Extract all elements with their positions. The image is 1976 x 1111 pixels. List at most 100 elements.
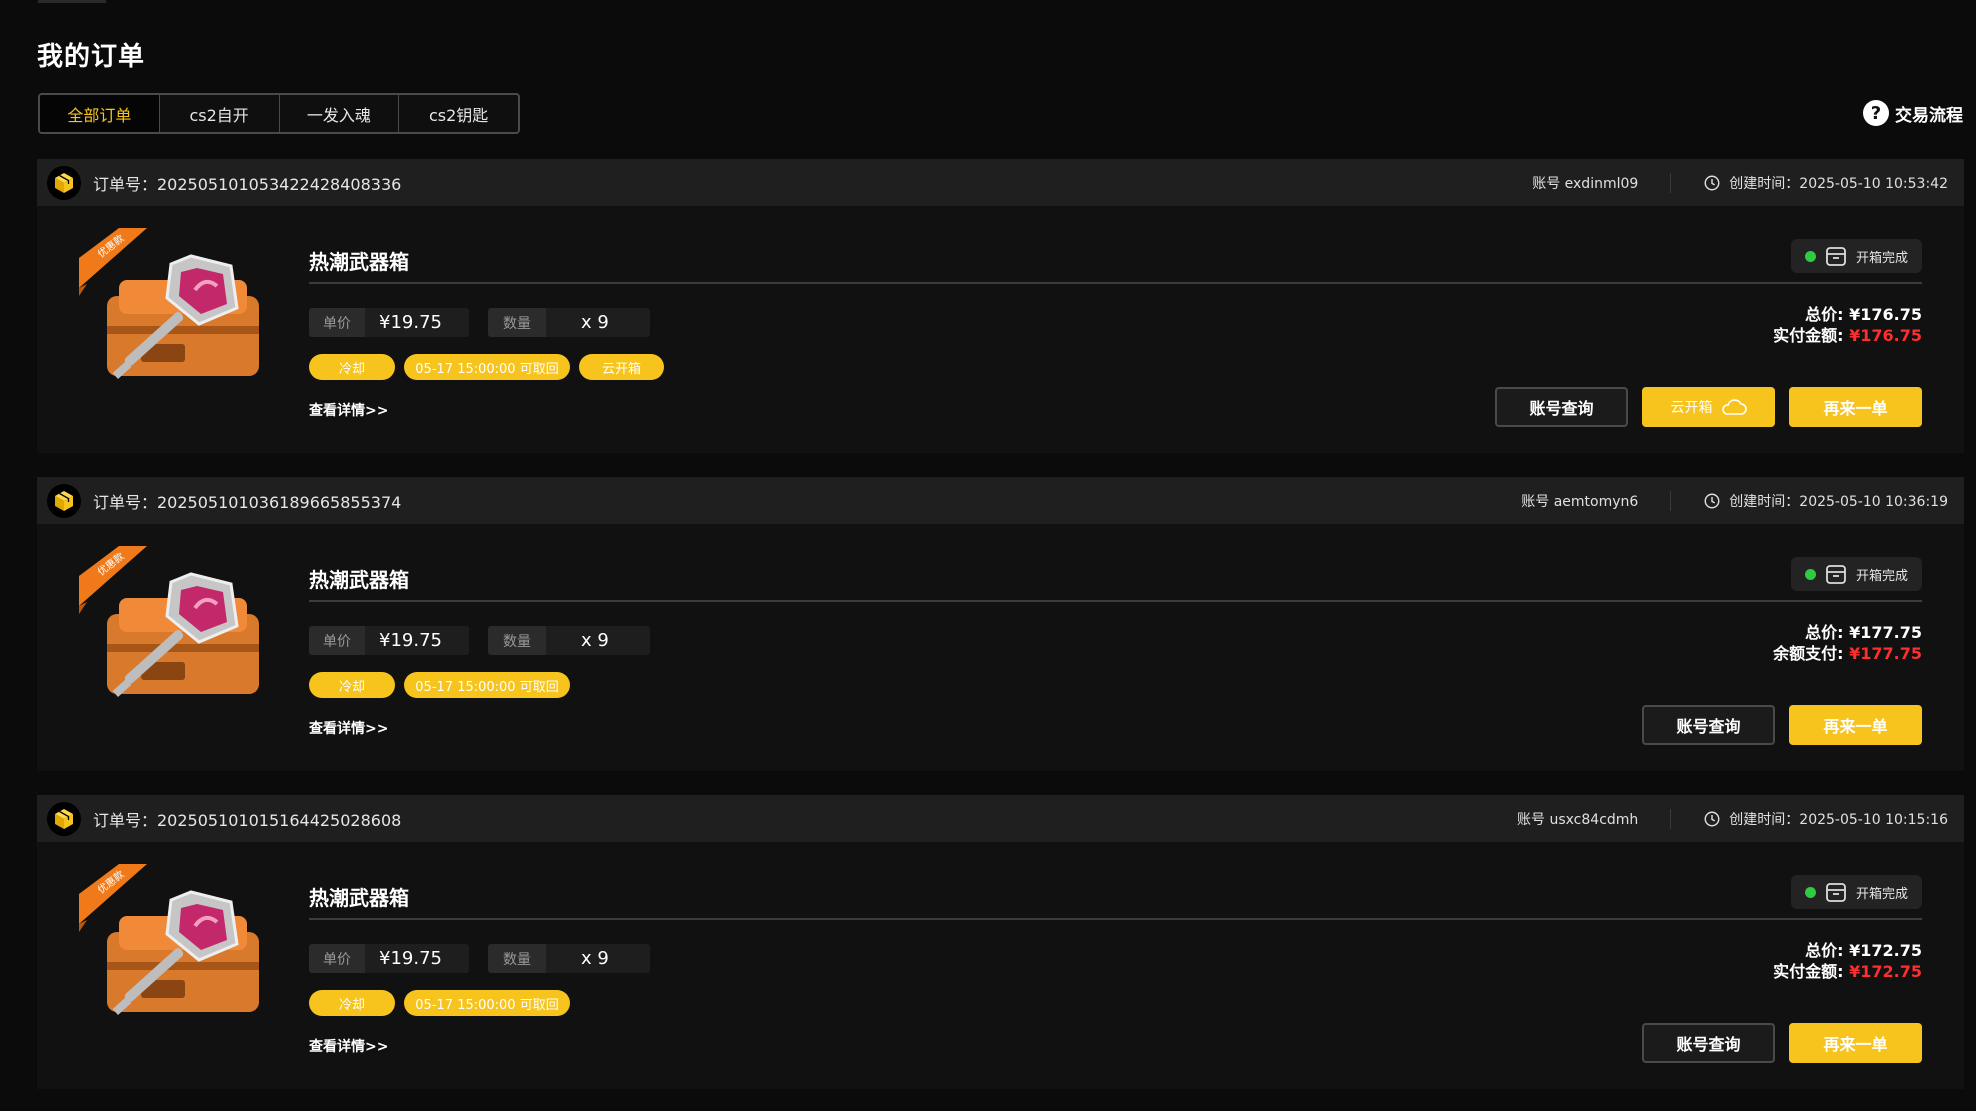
total-label: 总价: [1805, 941, 1844, 960]
paid-label: 余额支付: [1773, 644, 1844, 663]
reorder-button[interactable]: 再来一单 [1789, 705, 1922, 745]
paid-value: ¥172.75 [1849, 962, 1922, 981]
quantity-field: 数量 x 9 [488, 944, 650, 973]
cube-icon [47, 801, 81, 836]
price-summary: 总价: ¥177.75 余额支付: ¥177.75 [1773, 622, 1922, 664]
price-summary: 总价: ¥172.75 实付金额: ¥172.75 [1773, 940, 1922, 982]
order-actions: 账号查询 再来一单 [1642, 705, 1922, 745]
question-icon: ? [1863, 100, 1889, 126]
view-details-link[interactable]: 查看详情>> [309, 1036, 388, 1056]
account-query-button[interactable]: 账号查询 [1495, 387, 1628, 427]
order-actions: 账号查询 云开箱 再来一单 [1495, 387, 1922, 427]
total-label: 总价: [1805, 305, 1844, 324]
created-time: 创建时间：2025-05-10 10:36:19 [1671, 491, 1948, 511]
order-header: 订单号：202505101036189665855374 账号 aemtomyn… [37, 477, 1964, 524]
quantity-value: x 9 [546, 308, 650, 337]
unit-price-label: 单价 [309, 308, 365, 337]
account-id: 账号 exdinml09 [1532, 172, 1672, 193]
top-indicator [38, 0, 106, 3]
unit-price-label: 单价 [309, 626, 365, 655]
order-header: 订单号：202505101015164425028608 账号 usxc84cd… [37, 795, 1964, 842]
status-badge: 开箱完成 [1790, 239, 1922, 273]
cube-icon [47, 165, 81, 200]
unit-price-field: 单价 ¥19.75 [309, 944, 469, 973]
quantity-field: 数量 x 9 [488, 308, 650, 337]
weapon-case-image[interactable]: 优惠款 [59, 864, 289, 1034]
quantity-label: 数量 [488, 944, 546, 973]
view-details-link[interactable]: 查看详情>> [309, 400, 388, 420]
order-number: 订单号：202505101015164425028608 [93, 810, 402, 830]
created-time: 创建时间：2025-05-10 10:15:16 [1671, 809, 1948, 829]
cooldown-tag: 冷却 [309, 672, 395, 698]
divider [309, 282, 1922, 284]
page-title: 我的订单 [37, 42, 146, 72]
order-actions: 账号查询 再来一单 [1642, 1023, 1922, 1063]
created-time-text: 创建时间：2025-05-10 10:53:42 [1729, 175, 1948, 192]
order-body: 优惠款 热潮武器箱 开箱完成 单价 ¥19.75 数量 x 9 冷却 05-17 … [37, 524, 1964, 771]
cloud-open-button[interactable]: 云开箱 [1642, 387, 1775, 427]
account-id: 账号 usxc84cdmh [1517, 808, 1672, 829]
unit-price-field: 单价 ¥19.75 [309, 308, 469, 337]
paid-value: ¥176.75 [1849, 326, 1922, 345]
total-label: 总价: [1805, 623, 1844, 642]
tag-list: 冷却 05-17 15:00:00 可取回 [309, 990, 570, 1016]
order-body: 优惠款 热潮武器箱 开箱完成 单价 ¥19.75 数量 x 9 冷却 05-17 … [37, 206, 1964, 453]
order-header: 订单号：202505101053422428408336 账号 exdinml0… [37, 159, 1964, 206]
cooldown-tag: 冷却 [309, 354, 395, 380]
order-tabs: 全部订单 cs2自开 一发入魂 cs2钥匙 [38, 93, 520, 134]
clock-icon [1704, 175, 1720, 190]
order-number: 订单号：202505101036189665855374 [93, 492, 402, 512]
tab-cs2-key[interactable]: cs2钥匙 [399, 95, 518, 132]
status-text: 开箱完成 [1855, 250, 1908, 266]
paid-label: 实付金额: [1773, 962, 1844, 981]
order-card: 订单号：202505101015164425028608 账号 usxc84cd… [37, 795, 1964, 1089]
archive-box-icon [1826, 883, 1846, 902]
account-query-button[interactable]: 账号查询 [1642, 705, 1775, 745]
weapon-case-image[interactable]: 优惠款 [59, 228, 289, 398]
quantity-label: 数量 [488, 308, 546, 337]
order-card: 订单号：202505101036189665855374 账号 aemtomyn… [37, 477, 1964, 771]
divider [309, 918, 1922, 920]
unit-price-value: ¥19.75 [365, 626, 469, 655]
clock-icon [1704, 493, 1720, 508]
view-details-link[interactable]: 查看详情>> [309, 718, 388, 738]
order-card: 订单号：202505101053422428408336 账号 exdinml0… [37, 159, 1964, 453]
tab-all-orders[interactable]: 全部订单 [40, 95, 160, 132]
order-body: 优惠款 热潮武器箱 开箱完成 单价 ¥19.75 数量 x 9 冷却 05-17 … [37, 842, 1964, 1089]
status-dot [1804, 250, 1816, 262]
weapon-case-image[interactable]: 优惠款 [59, 546, 289, 716]
status-badge: 开箱完成 [1790, 875, 1922, 909]
trade-process-label: 交易流程 [1895, 105, 1963, 126]
reorder-button[interactable]: 再来一单 [1789, 1023, 1922, 1063]
archive-box-icon [1826, 247, 1846, 266]
clock-icon [1704, 811, 1720, 826]
total-value: ¥172.75 [1849, 941, 1922, 960]
tab-one-shot[interactable]: 一发入魂 [280, 95, 400, 132]
total-value: ¥176.75 [1849, 305, 1922, 324]
unit-price-label: 单价 [309, 944, 365, 973]
paid-value: ¥177.75 [1849, 644, 1922, 663]
cloud-open-tag: 云开箱 [579, 354, 664, 380]
unit-price-value: ¥19.75 [365, 944, 469, 973]
cube-icon [47, 483, 81, 518]
product-name: 热潮武器箱 [309, 250, 409, 274]
status-dot [1804, 886, 1816, 898]
status-badge: 开箱完成 [1790, 557, 1922, 591]
status-text: 开箱完成 [1855, 886, 1908, 902]
quantity-label: 数量 [488, 626, 546, 655]
reorder-button[interactable]: 再来一单 [1789, 387, 1922, 427]
unit-price-field: 单价 ¥19.75 [309, 626, 469, 655]
quantity-value: x 9 [546, 944, 650, 973]
account-query-button[interactable]: 账号查询 [1642, 1023, 1775, 1063]
product-name: 热潮武器箱 [309, 568, 409, 592]
account-id: 账号 aemtomyn6 [1521, 490, 1672, 511]
archive-box-icon [1826, 565, 1846, 584]
paid-label: 实付金额: [1773, 326, 1844, 345]
order-number: 订单号：202505101053422428408336 [93, 174, 402, 194]
created-time-text: 创建时间：2025-05-10 10:36:19 [1729, 493, 1948, 510]
tab-cs2-self-open[interactable]: cs2自开 [160, 95, 280, 132]
total-value: ¥177.75 [1849, 623, 1922, 642]
quantity-value: x 9 [546, 626, 650, 655]
trade-process-link[interactable]: ? 交易流程 [1863, 100, 1963, 126]
cloud-icon [1721, 399, 1747, 415]
